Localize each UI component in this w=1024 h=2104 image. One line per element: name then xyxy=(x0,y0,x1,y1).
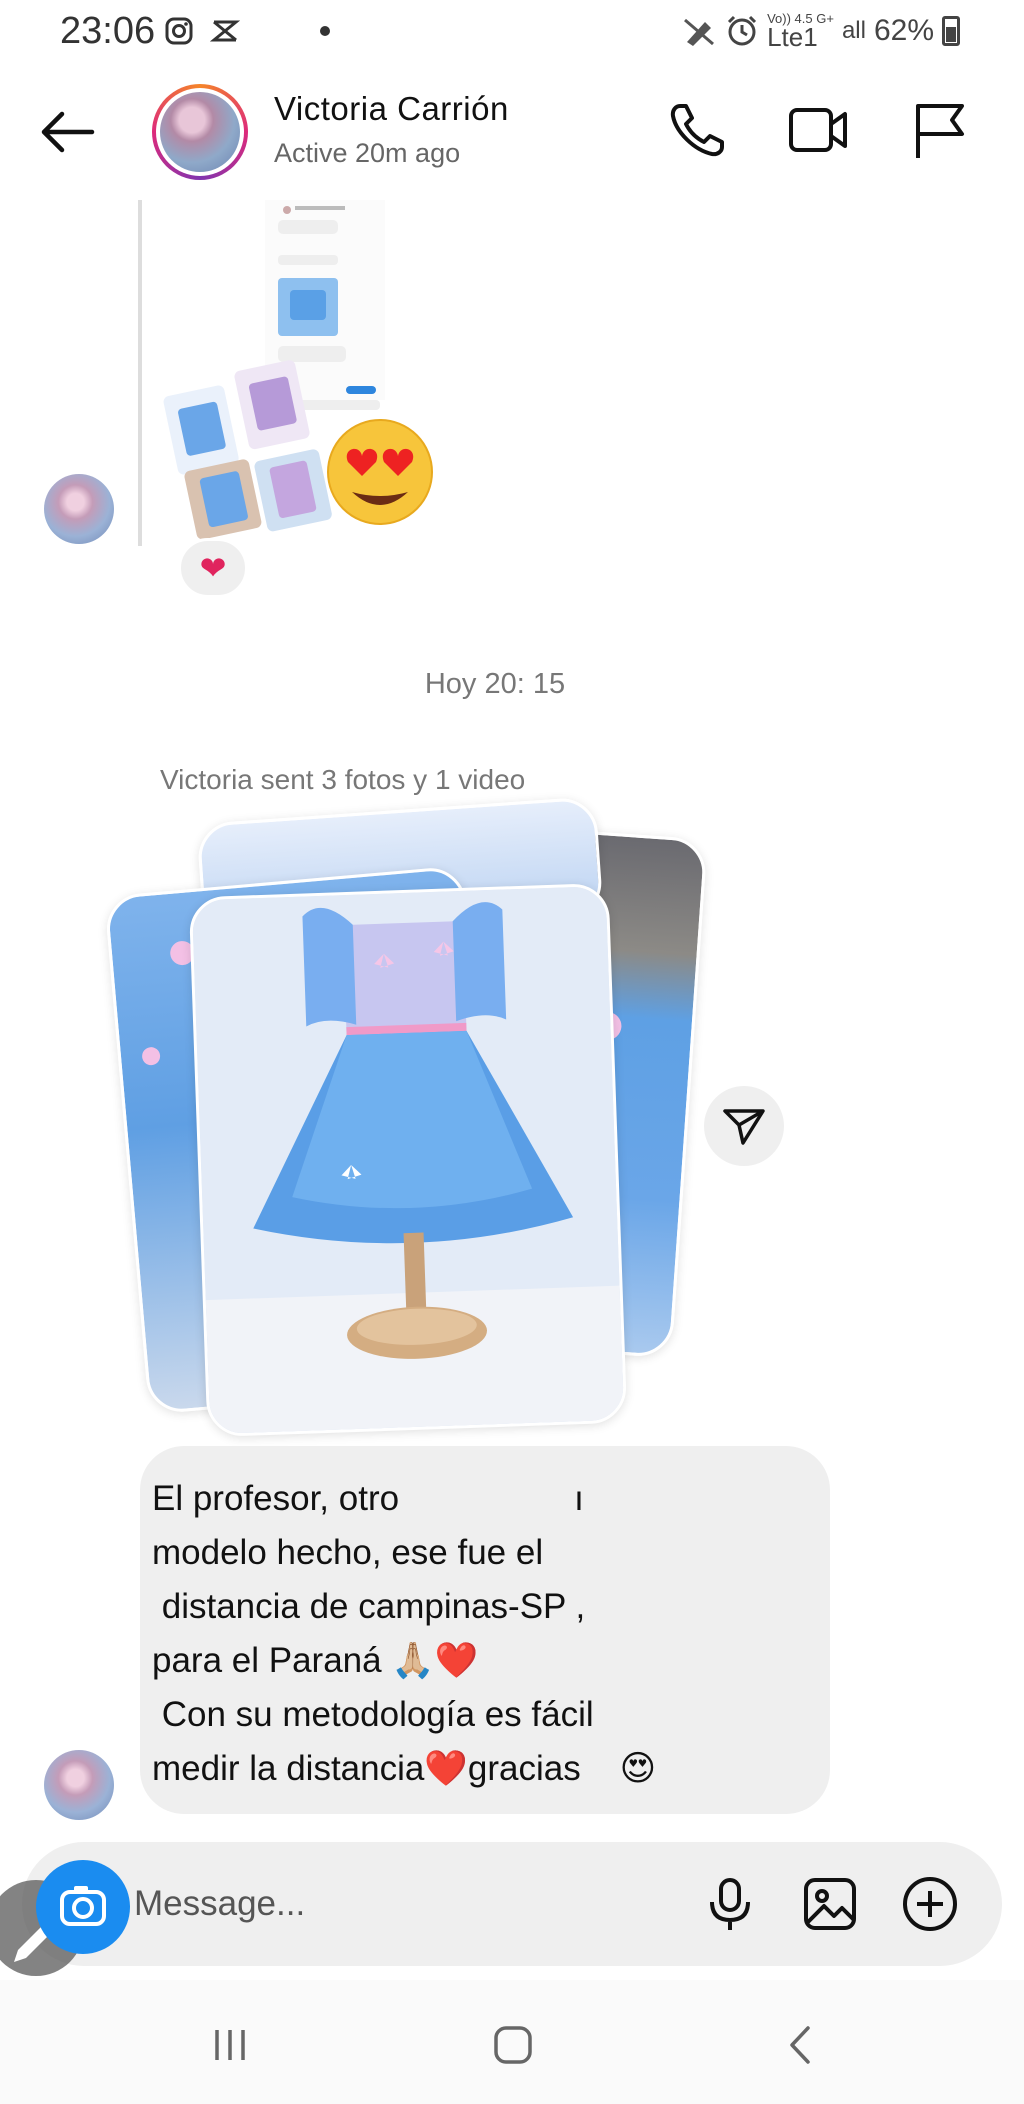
video-call-icon[interactable] xyxy=(786,98,850,162)
message-line-3: distancia de campinas-SP , xyxy=(152,1587,586,1626)
status-indicators: Vo)) 4.5 G+ Lte1 all 62% xyxy=(681,12,960,52)
system-nav-bar xyxy=(0,1980,1024,2104)
sent-media-note: Victoria sent 3 fotos y 1 video xyxy=(160,764,526,795)
avatar-photo xyxy=(160,92,240,172)
chat-timestamp: Hoy 20: 15 xyxy=(424,668,566,700)
message-bubble[interactable]: El profesor, otro ı modelo hecho, ese fu… xyxy=(140,1446,830,1814)
heart-reaction[interactable]: ❤ xyxy=(178,538,248,598)
back-nav-icon[interactable] xyxy=(776,2020,826,2070)
send-paper-plane-icon xyxy=(723,1109,765,1145)
signal-label: all xyxy=(841,16,866,44)
status-bar: 23:06 Vo)) 4.5 G+ Lte1 all 62% xyxy=(0,0,1024,64)
battery-percent: 62% xyxy=(873,13,934,47)
media-stack[interactable] xyxy=(104,796,720,1450)
mute-icon xyxy=(684,18,715,46)
contact-avatar[interactable] xyxy=(152,84,248,180)
media-photo-front[interactable] xyxy=(188,882,628,1438)
message-line-2: modelo hecho, ese fue el xyxy=(152,1533,544,1572)
message-line-5: Con su metodología es fácil xyxy=(152,1695,594,1734)
notification-dot-icon xyxy=(320,26,330,36)
camera-icon xyxy=(60,1886,106,1926)
reply-thread-line xyxy=(138,200,142,546)
message-input[interactable]: Message... xyxy=(134,1884,305,1924)
phone-call-icon[interactable] xyxy=(666,98,730,162)
gallery-icon[interactable] xyxy=(800,1874,860,1934)
message-line-1: El profesor, otro ı xyxy=(152,1479,584,1518)
camera-button[interactable] xyxy=(36,1860,130,1954)
add-plus-icon[interactable] xyxy=(900,1874,960,1934)
sender-avatar-message[interactable] xyxy=(44,1750,114,1820)
message-line-4: para el Paraná 🙏🏼❤️ xyxy=(152,1641,479,1680)
instagram-notification-icon xyxy=(165,17,193,45)
back-arrow-icon[interactable] xyxy=(36,102,100,162)
recent-apps-icon[interactable] xyxy=(205,2020,255,2070)
lte-label: Lte1 xyxy=(767,22,818,52)
shared-screenshot-image[interactable] xyxy=(160,200,440,540)
message-line-6: medir la distancia❤️gracias 😍 xyxy=(152,1749,657,1788)
capcut-notification-icon xyxy=(210,20,240,42)
sender-avatar[interactable] xyxy=(44,474,114,544)
alarm-icon xyxy=(728,15,757,45)
forward-button[interactable] xyxy=(704,1086,784,1166)
battery-icon xyxy=(942,15,960,46)
report-flag-icon[interactable] xyxy=(908,98,972,162)
contact-name[interactable]: Victoria Carrión xyxy=(274,90,509,128)
microphone-icon[interactable] xyxy=(700,1874,760,1934)
active-status: Active 20m ago xyxy=(274,138,461,168)
chat-header: Victoria Carrión Active 20m ago xyxy=(0,72,1024,192)
home-icon[interactable] xyxy=(488,2020,538,2070)
status-time: 23:06 xyxy=(60,10,156,52)
